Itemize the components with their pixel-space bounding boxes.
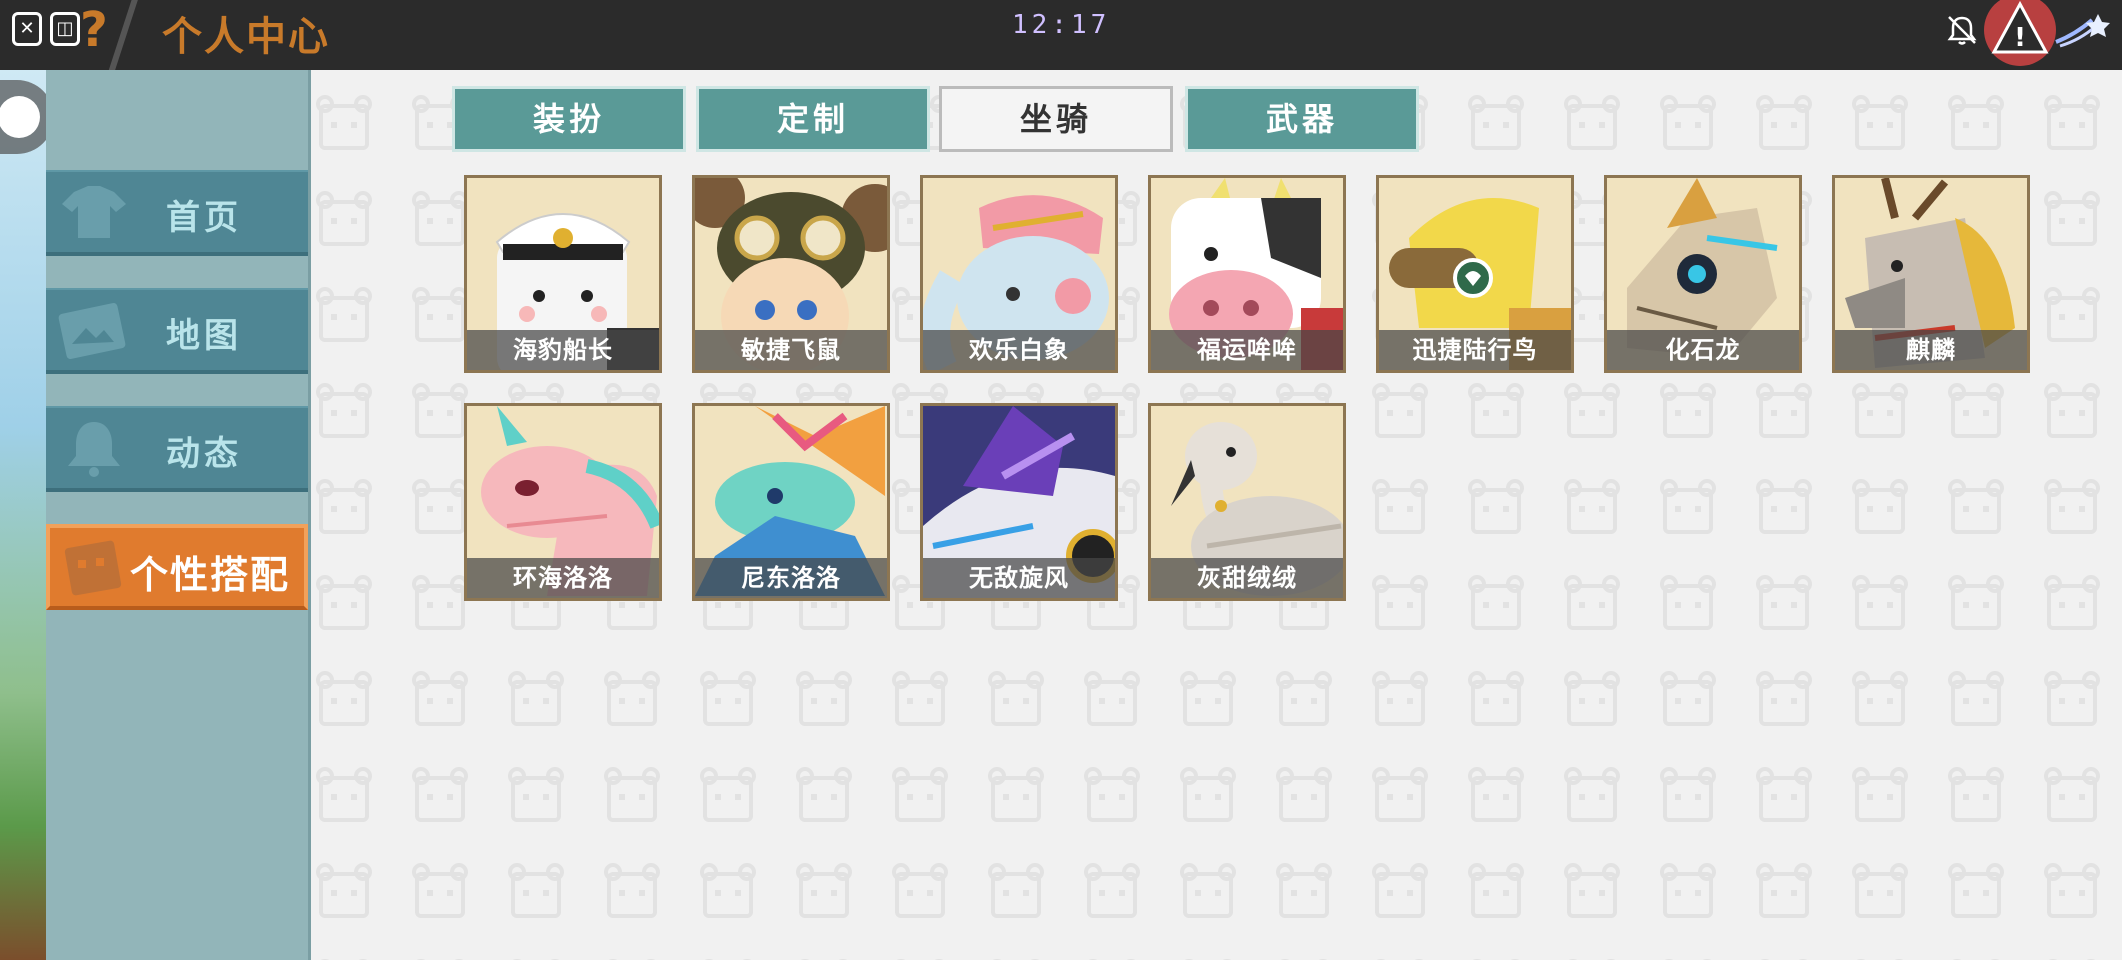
sidebar-item-outfit[interactable]: 个性搭配 [46, 524, 308, 610]
warning-icon: ! [1991, 0, 2049, 54]
mount-name: 海豹船长 [467, 330, 659, 370]
mount-name: 麒麟 [1835, 330, 2027, 370]
mount-card[interactable]: 福运哞哞 [1148, 175, 1346, 373]
mount-card[interactable]: 尼东洛洛 [692, 403, 890, 601]
mount-name: 敏捷飞鼠 [695, 330, 887, 370]
clock: 12:17 [1012, 10, 1111, 40]
sidebar-item-home[interactable]: 首页 [46, 170, 308, 256]
game-controller-icon[interactable]: ◫ [50, 12, 80, 46]
close-icon[interactable]: ✕ [12, 12, 42, 46]
mount-name: 化石龙 [1607, 330, 1799, 370]
mount-card[interactable]: 环海洛洛 [464, 403, 662, 601]
character-icon [64, 540, 122, 596]
mount-card[interactable]: 灰甜绒绒 [1148, 403, 1346, 601]
mount-card[interactable]: 欢乐白象 [920, 175, 1118, 373]
tab-custom[interactable]: 定制 [696, 86, 930, 152]
svg-text:!: ! [2014, 23, 2026, 53]
mount-name: 欢乐白象 [923, 330, 1115, 370]
bell-icon [68, 422, 120, 477]
sidebar-item-map[interactable]: 地图 [46, 288, 308, 374]
help-icon[interactable]: ? [80, 2, 108, 58]
mount-name: 灰甜绒绒 [1151, 558, 1343, 598]
sidebar-item-label: 个性搭配 [130, 553, 291, 597]
mount-card[interactable]: 海豹船长 [464, 175, 662, 373]
title-divider [107, 0, 139, 75]
mount-name: 福运哞哞 [1151, 330, 1343, 370]
sparkle-icon [2055, 14, 2110, 48]
shirt-icon [62, 186, 126, 238]
main-content: 装扮 定制 坐骑 武器 海豹船长 敏捷飞鼠 欢乐白象 福运哞哞 迅捷陆行鸟 化石… [311, 70, 2122, 960]
tab-mounts[interactable]: 坐骑 [939, 86, 1173, 152]
mount-name: 无敌旋风 [923, 558, 1115, 598]
mount-name: 尼东洛洛 [695, 558, 887, 598]
sidebar-item-label: 动态 [166, 434, 242, 474]
sidebar-item-label: 地图 [166, 316, 242, 356]
tab-weapons[interactable]: 武器 [1185, 86, 1419, 152]
mount-card[interactable]: 迅捷陆行鸟 [1376, 175, 1574, 373]
sidebar-item-label: 首页 [166, 198, 242, 238]
map-icon [58, 303, 126, 359]
avatar[interactable]: ! [1984, 0, 2056, 66]
mount-name: 迅捷陆行鸟 [1379, 330, 1571, 370]
top-bar: ✕ ◫ ? 个人中心 12:17 ! [0, 0, 2122, 75]
sidebar-item-feed[interactable]: 动态 [46, 406, 308, 492]
mount-card[interactable]: 敏捷飞鼠 [692, 175, 890, 373]
page-title: 个人中心 [162, 14, 330, 60]
mount-name: 环海洛洛 [467, 558, 659, 598]
tab-outfit[interactable]: 装扮 [452, 86, 686, 152]
mount-card[interactable]: 无敌旋风 [920, 403, 1118, 601]
mount-card[interactable]: 化石龙 [1604, 175, 1802, 373]
sidebar: 首页 地图 动态 个性搭配 [46, 70, 311, 960]
background-scene [0, 70, 46, 960]
bell-off-icon [1947, 16, 1977, 45]
mount-card[interactable]: 麒麟 [1832, 175, 2030, 373]
